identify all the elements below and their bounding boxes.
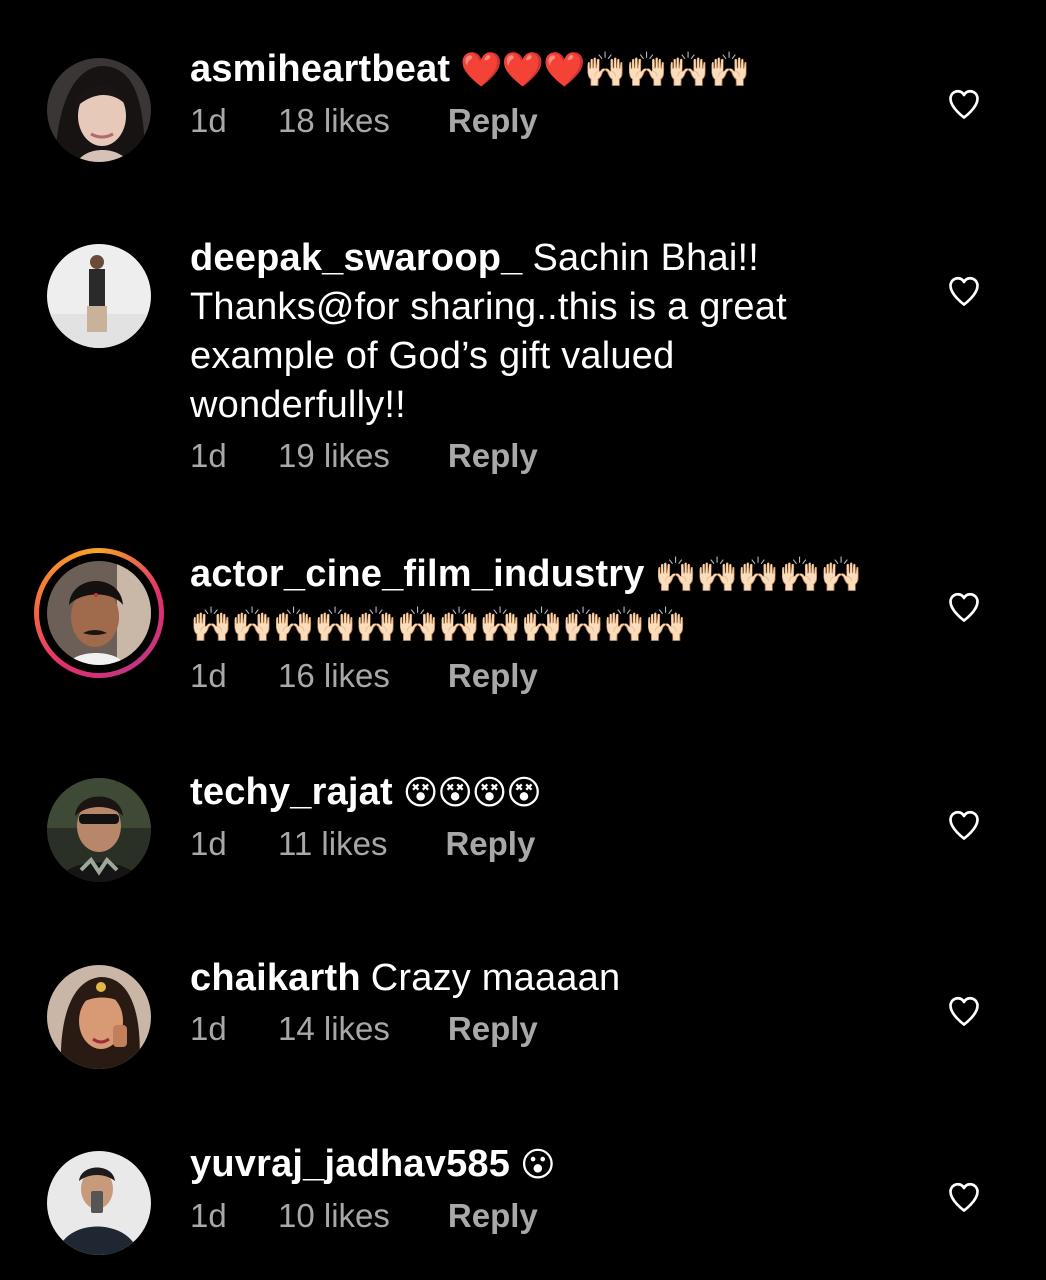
reply-button[interactable]: Reply	[448, 1196, 538, 1236]
comment-emoji: 😵😵😵😵	[402, 774, 542, 812]
like-button[interactable]	[946, 993, 982, 1029]
comment-meta: 1d 16 likes Reply	[190, 656, 880, 696]
comment-time: 1d	[190, 102, 227, 139]
avatar[interactable]	[47, 1151, 151, 1255]
avatar[interactable]	[47, 58, 151, 162]
comment-username[interactable]: actor_cine_film_industry	[190, 553, 645, 595]
comment-time: 1d	[190, 1197, 227, 1234]
reply-button[interactable]: Reply	[448, 101, 538, 141]
comment-meta: 1d 10 likes Reply	[190, 1196, 880, 1236]
heart-outline-icon	[949, 89, 979, 119]
avatar[interactable]	[47, 561, 151, 665]
comment-likes[interactable]: 18 likes	[278, 101, 390, 141]
comments-screen: { "comments": [ { "username": "asmiheart…	[0, 0, 1046, 1280]
heart-outline-icon	[949, 276, 979, 306]
comment-time: 1d	[190, 437, 227, 474]
comment-likes[interactable]: 10 likes	[278, 1196, 390, 1236]
comment-username[interactable]: chaikarth	[190, 957, 361, 999]
reply-button[interactable]: Reply	[445, 824, 535, 864]
reply-button[interactable]: Reply	[448, 436, 538, 476]
comment-text: Crazy maaaan	[370, 957, 621, 999]
like-button[interactable]	[946, 86, 982, 122]
like-button[interactable]	[946, 589, 982, 625]
comment-emoji: ❤️❤️❤️🙌🏻🙌🏻🙌🏻🙌🏻	[460, 51, 750, 89]
reply-button[interactable]: Reply	[448, 1009, 538, 1049]
like-button[interactable]	[946, 273, 982, 309]
like-button[interactable]	[946, 1179, 982, 1215]
story-ring[interactable]	[34, 548, 164, 678]
like-button[interactable]	[946, 807, 982, 843]
heart-outline-icon	[949, 996, 979, 1026]
comment-likes[interactable]: 11 likes	[278, 824, 387, 864]
heart-outline-icon	[949, 810, 979, 840]
comment-time: 1d	[190, 657, 227, 694]
comment-username[interactable]: asmiheartbeat	[190, 48, 450, 90]
comment-username[interactable]: deepak_swaroop_	[190, 237, 522, 279]
comment-likes[interactable]: 19 likes	[278, 436, 390, 476]
comment-username[interactable]: yuvraj_jadhav585	[190, 1143, 510, 1185]
comment-meta: 1d 19 likes Reply	[190, 436, 880, 476]
heart-outline-icon	[949, 592, 979, 622]
heart-outline-icon	[949, 1182, 979, 1212]
comment-username[interactable]: techy_rajat	[190, 771, 393, 813]
comment-likes[interactable]: 14 likes	[278, 1009, 390, 1049]
comment-time: 1d	[190, 1010, 227, 1047]
reply-button[interactable]: Reply	[448, 656, 538, 696]
comment-meta: 1d 18 likes Reply	[190, 101, 880, 141]
comment-time: 1d	[190, 825, 227, 862]
comment-likes[interactable]: 16 likes	[278, 656, 390, 696]
avatar[interactable]	[47, 244, 151, 348]
avatar[interactable]	[47, 778, 151, 882]
comment-emoji: 😮	[520, 1146, 555, 1184]
comment-meta: 1d 14 likes Reply	[190, 1009, 880, 1049]
comment-meta: 1d 11 likes Reply	[190, 824, 880, 864]
avatar[interactable]	[47, 965, 151, 1069]
